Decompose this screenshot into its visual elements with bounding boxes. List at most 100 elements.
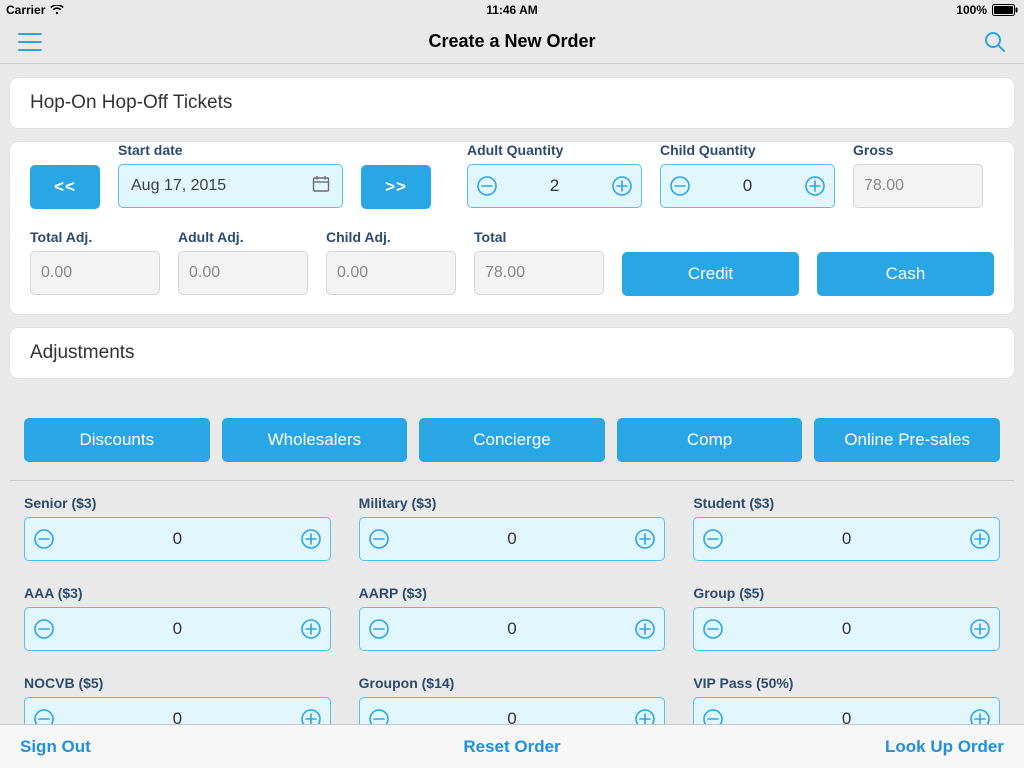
plus-icon[interactable]: [300, 708, 322, 724]
calendar-icon: [312, 175, 330, 198]
child-qty-stepper[interactable]: 0: [660, 164, 835, 208]
adjustment-value: 0: [507, 619, 516, 639]
adjustment-stepper[interactable]: 0: [24, 607, 331, 651]
adjustment-item: AARP ($3) 0: [359, 585, 666, 651]
adult-qty-value: 2: [550, 176, 559, 196]
plus-icon[interactable]: [634, 528, 656, 550]
gross-value: 78.00: [853, 164, 983, 208]
adjustments-card: Adjustments: [10, 328, 1014, 378]
minus-icon[interactable]: [702, 528, 724, 550]
adjustment-label: AAA ($3): [24, 585, 331, 601]
adult-qty-label: Adult Quantity: [467, 142, 642, 158]
adult-adj-value: 0.00: [178, 251, 308, 295]
nav-bar: Create a New Order: [0, 20, 1024, 64]
lookup-order-button[interactable]: Look Up Order: [885, 737, 1004, 757]
tab-wholesalers[interactable]: Wholesalers: [222, 418, 408, 462]
child-qty-label: Child Quantity: [660, 142, 835, 158]
adjustment-stepper[interactable]: 0: [24, 517, 331, 561]
status-bar: Carrier 11:46 AM 100%: [0, 0, 1024, 20]
child-qty-value: 0: [743, 176, 752, 196]
adjustment-item: Student ($3)0: [693, 495, 1000, 561]
adjustment-value: 0: [173, 709, 182, 724]
minus-icon[interactable]: [368, 528, 390, 550]
plus-icon[interactable]: [634, 618, 656, 640]
total-value: 78.00: [474, 251, 604, 295]
adjustment-tabs: Discounts WholesalersConcierge CompOnline …: [10, 392, 1014, 480]
adjustment-value: 0: [173, 619, 182, 639]
page-title: Create a New Order: [428, 31, 595, 52]
plus-icon[interactable]: [969, 528, 991, 550]
tab-discounts[interactable]: Discounts: [24, 418, 210, 462]
minus-icon[interactable]: [669, 175, 691, 197]
minus-icon[interactable]: [702, 618, 724, 640]
tab-concierge[interactable]: Concierge: [419, 418, 605, 462]
adjustment-stepper[interactable]: 0: [693, 607, 1000, 651]
adjustment-stepper[interactable]: 0: [24, 697, 331, 724]
adjustment-value: 0: [507, 709, 516, 724]
plus-icon[interactable]: [611, 175, 633, 197]
adult-qty-stepper[interactable]: 2: [467, 164, 642, 208]
adjustment-item: Military ($3) 0: [359, 495, 666, 561]
total-label: Total: [474, 229, 604, 245]
plus-icon[interactable]: [300, 618, 322, 640]
adjustment-value: 0: [173, 529, 182, 549]
main-content: Hop-On Hop-Off Tickets << Start date Aug…: [0, 64, 1024, 724]
adjustment-value: 0: [842, 529, 851, 549]
plus-icon[interactable]: [969, 618, 991, 640]
minus-icon[interactable]: [702, 708, 724, 724]
tab-online-pre-sales[interactable]: Online Pre-sales: [814, 418, 1000, 462]
adjustment-label: Military ($3): [359, 495, 666, 511]
plus-icon[interactable]: [969, 708, 991, 724]
adjustment-stepper[interactable]: 0: [359, 697, 666, 724]
start-date-value: Aug 17, 2015: [131, 177, 226, 195]
adjustment-stepper[interactable]: 0: [359, 517, 666, 561]
bottom-toolbar: Sign Out Reset Order Look Up Order: [0, 724, 1024, 768]
adjustments-title: Adjustments: [10, 328, 1014, 378]
adjustment-stepper[interactable]: 0: [693, 697, 1000, 724]
adjustment-label: Groupon ($14): [359, 675, 666, 691]
gross-label: Gross: [853, 142, 983, 158]
start-date-label: Start date: [118, 142, 343, 158]
battery-icon: [992, 4, 1018, 16]
minus-icon[interactable]: [33, 708, 55, 724]
adjustment-item: VIP Pass (50%) 0: [693, 675, 1000, 724]
minus-icon[interactable]: [476, 175, 498, 197]
adjustment-stepper[interactable]: 0: [693, 517, 1000, 561]
plus-icon[interactable]: [634, 708, 656, 724]
wifi-icon: [50, 5, 64, 15]
adjustment-label: NOCVB ($5): [24, 675, 331, 691]
adjustment-item: AAA ($3) 0: [24, 585, 331, 651]
start-date-input[interactable]: Aug 17, 2015: [118, 164, 343, 208]
carrier-label: Carrier: [6, 3, 45, 17]
search-button[interactable]: [966, 31, 1006, 53]
adjustment-label: Group ($5): [693, 585, 1000, 601]
adjustment-item: Groupon ($14) 0: [359, 675, 666, 724]
reset-order-button[interactable]: Reset Order: [463, 737, 560, 757]
prev-date-button[interactable]: <<: [30, 165, 100, 209]
minus-icon[interactable]: [33, 528, 55, 550]
adjustment-stepper[interactable]: 0: [359, 607, 666, 651]
adult-adj-label: Adult Adj.: [178, 229, 308, 245]
minus-icon[interactable]: [368, 618, 390, 640]
tickets-card: Hop-On Hop-Off Tickets: [10, 78, 1014, 128]
sign-out-button[interactable]: Sign Out: [20, 737, 91, 757]
minus-icon[interactable]: [368, 708, 390, 724]
next-date-button[interactable]: >>: [361, 165, 431, 209]
plus-icon[interactable]: [300, 528, 322, 550]
adjustment-item: NOCVB ($5) 0: [24, 675, 331, 724]
tab-comp[interactable]: Comp: [617, 418, 803, 462]
credit-button[interactable]: Credit: [622, 252, 799, 296]
adjustments-section: Discounts WholesalersConcierge CompOnline …: [10, 392, 1014, 724]
status-time: 11:46 AM: [486, 3, 538, 17]
adjustment-value: 0: [842, 619, 851, 639]
cash-button[interactable]: Cash: [817, 252, 994, 296]
adjustment-item: Group ($5) 0: [693, 585, 1000, 651]
child-adj-value: 0.00: [326, 251, 456, 295]
adjustment-value: 0: [507, 529, 516, 549]
adjustment-label: AARP ($3): [359, 585, 666, 601]
total-adj-value: 0.00: [30, 251, 160, 295]
minus-icon[interactable]: [33, 618, 55, 640]
menu-button[interactable]: [18, 33, 58, 51]
plus-icon[interactable]: [804, 175, 826, 197]
adjustment-label: VIP Pass (50%): [693, 675, 1000, 691]
